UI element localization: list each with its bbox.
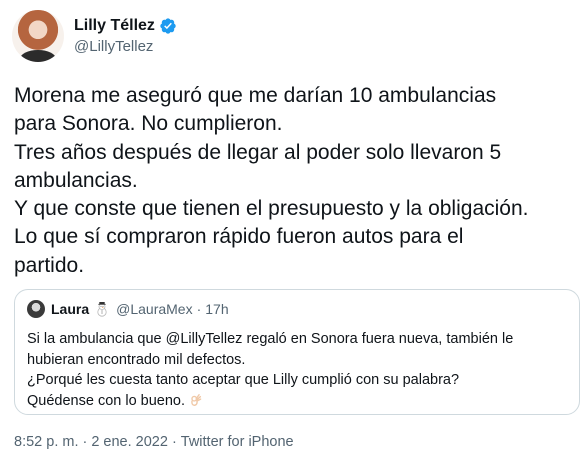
quoted-text-line-last: Quédense con lo bueno.	[27, 391, 571, 412]
name-row: Lilly Téllez	[74, 17, 177, 35]
quoted-tweet[interactable]: Laura @LauraMex · 17h Si la ambulancia q…	[14, 289, 580, 415]
verified-badge-icon	[160, 18, 176, 34]
ok-hand-icon	[191, 393, 202, 406]
quoted-tweet-text: Si la ambulancia que @LillyTellez regaló…	[27, 329, 571, 411]
tweet-header: Lilly Téllez @LillyTellez	[12, 6, 177, 66]
quoted-time[interactable]: 17h	[205, 301, 228, 317]
quoted-separator: ·	[196, 301, 202, 317]
tweet-card: Lilly Téllez @LillyTellez Morena me aseg…	[0, 0, 588, 466]
quoted-text-line: Quédense con lo bueno.	[27, 392, 186, 409]
footer-separator: ·	[82, 434, 88, 450]
avatar[interactable]	[12, 10, 64, 62]
tweet-date[interactable]: 2 ene. 2022	[91, 434, 168, 450]
tweet-text-line: para Sonora. No cumplieron.	[14, 112, 283, 136]
snowman-icon	[97, 302, 107, 317]
author-names: Lilly Téllez @LillyTellez	[74, 17, 177, 55]
tweet-footer: 8:52 p. m. · 2 ene. 2022 · Twitter for iPhon…	[14, 434, 294, 450]
quoted-avatar	[27, 300, 45, 318]
quoted-text-line: hubieran encontrado mil defectos.	[27, 351, 246, 368]
quoted-text-line: ¿Porqué les cuesta tanto aceptar que Lil…	[27, 372, 460, 388]
footer-separator: ·	[171, 434, 177, 450]
tweet-text-line: Tres años después de llegar al poder sol…	[14, 140, 502, 164]
tweet-text-line: Lo que sí compraron rápido fueron autos …	[14, 225, 464, 249]
tweet-source[interactable]: Twitter for iPhone	[181, 434, 294, 450]
avatar-shoulders	[20, 50, 56, 62]
tweet-text-line: partido.	[14, 253, 85, 277]
author-handle[interactable]: @LillyTellez	[74, 38, 177, 55]
author-display-name[interactable]: Lilly Téllez	[74, 17, 155, 35]
quoted-display-name: Laura	[51, 301, 90, 317]
tweet-text-line: Y que conste que tienen el presupuesto y…	[14, 197, 529, 221]
quoted-handle: @LauraMex	[116, 301, 193, 317]
tweet-text-line: ambulancias.	[14, 168, 138, 192]
tweet-time[interactable]: 8:52 p. m.	[14, 434, 78, 450]
quoted-text-line: Si la ambulancia que @LillyTellez regaló…	[27, 331, 514, 347]
quoted-tweet-header: Laura @LauraMex · 17h	[27, 300, 229, 318]
tweet-text: Morena me aseguró que me darían 10 ambul…	[14, 82, 580, 280]
tweet-text-line: Morena me aseguró que me darían 10 ambul…	[14, 84, 497, 107]
